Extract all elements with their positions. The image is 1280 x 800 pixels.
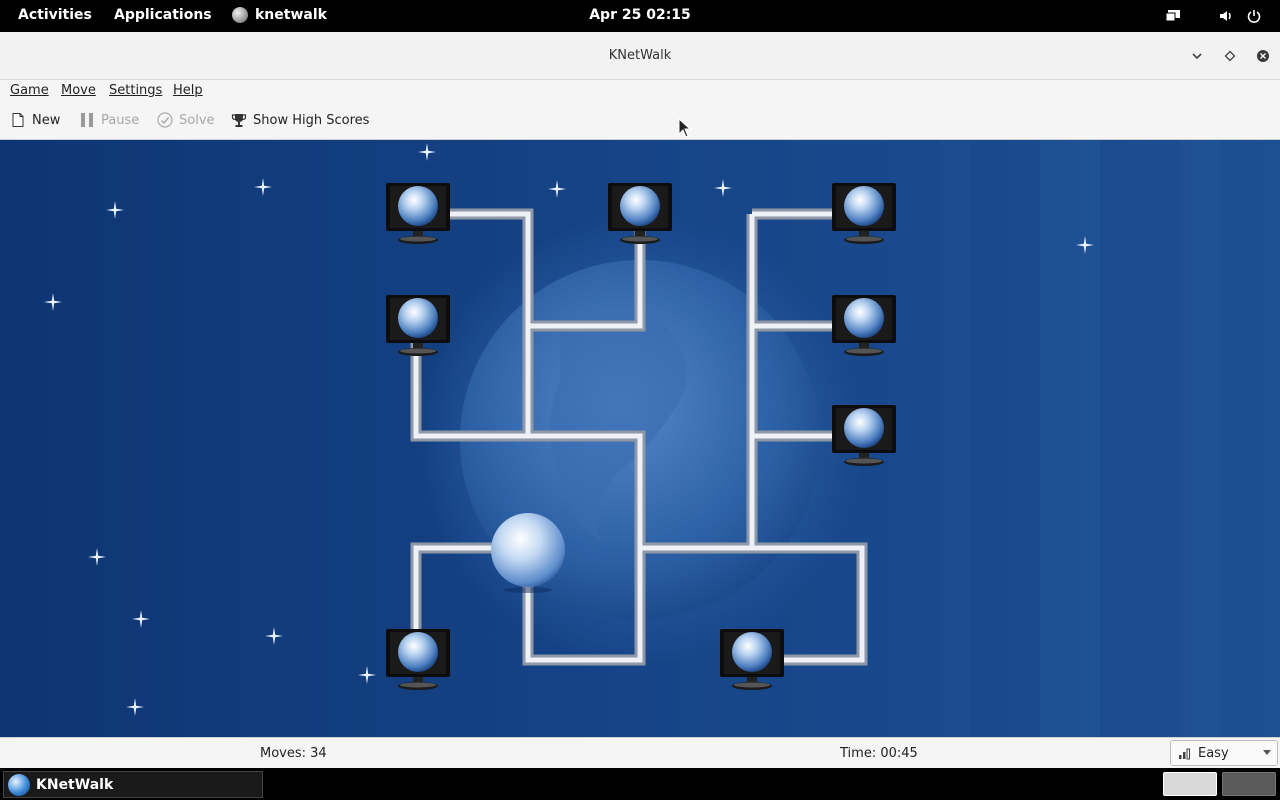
app-menu-label: knetwalk xyxy=(255,7,327,23)
difficulty-select[interactable]: Easy xyxy=(1170,740,1278,766)
display-icon[interactable] xyxy=(1165,8,1181,24)
show-high-scores-label: Show High Scores xyxy=(253,112,370,128)
close-icon xyxy=(1257,50,1269,62)
server-globe-icon xyxy=(491,513,565,587)
window-titlebar[interactable]: KNetWalk xyxy=(0,32,1280,80)
signal-bars-icon xyxy=(1179,748,1190,760)
new-button[interactable]: New xyxy=(10,112,60,128)
power-icon[interactable] xyxy=(1246,8,1262,24)
checkmark-icon xyxy=(157,112,173,128)
app-menu[interactable]: knetwalk xyxy=(232,7,327,23)
status-bar: Moves: 34 Time: 00:45 Easy xyxy=(0,737,1280,768)
dropdown-arrow-icon xyxy=(1263,750,1271,755)
show-high-scores-button[interactable]: Show High Scores xyxy=(231,112,369,128)
activities-button[interactable]: Activities xyxy=(18,7,92,23)
pause-icon xyxy=(81,113,93,127)
time-counter: Time: 00:45 xyxy=(840,746,918,761)
solve-button[interactable]: Solve xyxy=(157,112,215,128)
game-board[interactable] xyxy=(0,140,1280,737)
chevron-down-icon xyxy=(1192,53,1202,60)
menu-bar: Game Move Settings Help xyxy=(0,80,1280,103)
new-label: New xyxy=(32,112,61,128)
taskbar-item-knetwalk[interactable]: KNetWalk xyxy=(3,771,263,798)
difficulty-value: Easy xyxy=(1198,745,1229,761)
workspace-1[interactable] xyxy=(1163,772,1217,796)
window-title: KNetWalk xyxy=(608,48,672,63)
clock[interactable]: Apr 25 02:15 xyxy=(589,7,691,23)
trophy-icon xyxy=(231,114,247,127)
diamond-icon xyxy=(1224,50,1236,62)
moves-counter: Moves: 34 xyxy=(260,746,327,761)
knetwalk-icon xyxy=(232,7,248,23)
volume-icon[interactable] xyxy=(1218,8,1234,24)
taskbar-item-label: KNetWalk xyxy=(36,776,114,793)
menu-settings[interactable]: Settings xyxy=(109,83,162,98)
maximize-button[interactable] xyxy=(1220,46,1240,66)
minimize-button[interactable] xyxy=(1187,46,1207,66)
taskbar: KNetWalk xyxy=(0,768,1280,800)
top-bar: Activities Applications knetwalk Apr 25 … xyxy=(0,0,1280,32)
toolbar: New Pause Solve Show High Scores xyxy=(0,103,1280,140)
menu-game[interactable]: Game xyxy=(10,83,49,98)
solve-label: Solve xyxy=(179,112,215,128)
close-button[interactable] xyxy=(1253,46,1273,66)
menu-move[interactable]: Move xyxy=(61,83,96,98)
workspace-2[interactable] xyxy=(1222,772,1276,796)
knetwalk-icon xyxy=(8,773,30,796)
game-canvas[interactable] xyxy=(0,140,1280,737)
applications-menu[interactable]: Applications xyxy=(114,7,212,23)
pause-button[interactable]: Pause xyxy=(79,112,139,128)
pause-label: Pause xyxy=(101,112,140,128)
new-document-icon xyxy=(12,113,24,127)
mouse-cursor-icon xyxy=(678,118,692,138)
menu-help[interactable]: Help xyxy=(173,83,203,98)
